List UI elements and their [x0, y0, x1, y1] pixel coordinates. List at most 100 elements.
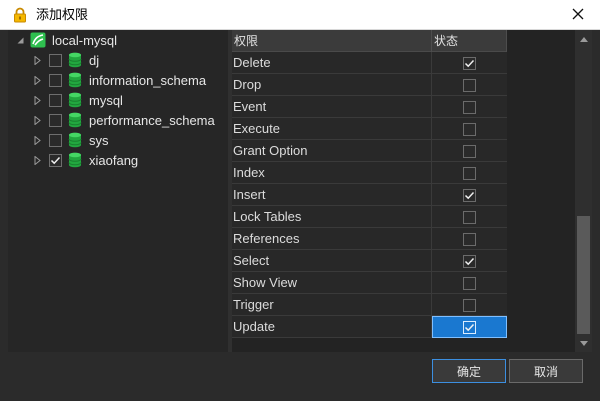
privilege-checkbox[interactable]	[463, 166, 476, 180]
window-title: 添加权限	[36, 7, 89, 22]
privilege-row[interactable]: Lock Tables	[232, 206, 507, 228]
database-label: sys	[89, 132, 109, 148]
scroll-down-arrow[interactable]	[575, 336, 592, 350]
privilege-checkbox[interactable]	[463, 78, 476, 92]
tree-item-sys[interactable]: sys	[32, 130, 109, 150]
database-icon	[68, 132, 82, 148]
privilege-checkbox[interactable]	[463, 100, 476, 114]
privilege-row[interactable]: Select	[232, 250, 507, 272]
privilege-status-cell[interactable]	[432, 272, 507, 294]
privilege-status-cell[interactable]	[432, 250, 507, 272]
tree-root-local-mysql[interactable]: local-mysql	[14, 30, 117, 50]
privilege-status-cell[interactable]	[432, 52, 507, 74]
vertical-scrollbar[interactable]	[575, 30, 592, 352]
expand-arrow-icon[interactable]	[32, 115, 42, 125]
cancel-button[interactable]: 取消	[509, 359, 583, 383]
privilege-grid[interactable]: 权限 状态 Delete Drop Event Execute Grant Option…	[232, 30, 575, 352]
database-checkbox[interactable]	[49, 93, 62, 107]
database-checkbox[interactable]	[49, 73, 62, 87]
tree-item-dj[interactable]: dj	[32, 50, 99, 70]
database-label: xiaofang	[89, 152, 139, 168]
dialog-body: local-mysql dj information_schemamysql perf…	[0, 30, 600, 401]
connection-icon	[30, 32, 46, 48]
privilege-row[interactable]: Execute	[232, 118, 507, 140]
privilege-row[interactable]: Index	[232, 162, 507, 184]
ok-button[interactable]: 确定	[432, 359, 506, 383]
privilege-checkbox[interactable]	[463, 298, 476, 312]
privilege-name: Show View	[232, 272, 432, 294]
expand-arrow-icon[interactable]	[32, 135, 42, 145]
privilege-row[interactable]: Grant Option	[232, 140, 507, 162]
database-icon	[68, 152, 82, 168]
privilege-row[interactable]: Drop	[232, 74, 507, 96]
database-checkbox[interactable]	[49, 133, 62, 147]
privilege-name: Update	[232, 316, 432, 338]
privilege-checkbox[interactable]	[463, 254, 476, 268]
database-icon	[68, 52, 82, 68]
privilege-row[interactable]: Delete	[232, 52, 507, 74]
privilege-name: References	[232, 228, 432, 250]
lock-icon	[12, 7, 28, 23]
privilege-checkbox[interactable]	[463, 210, 476, 224]
database-checkbox[interactable]	[49, 53, 62, 67]
database-icon	[68, 92, 82, 108]
privilege-checkbox[interactable]	[463, 232, 476, 246]
privilege-status-cell[interactable]	[432, 228, 507, 250]
privilege-status-cell[interactable]	[432, 96, 507, 118]
scroll-up-arrow[interactable]	[575, 32, 592, 46]
privilege-status-cell[interactable]	[432, 316, 507, 338]
privilege-name: Select	[232, 250, 432, 272]
privilege-name: Drop	[232, 74, 432, 96]
privilege-name: Event	[232, 96, 432, 118]
tree-item-mysql[interactable]: mysql	[32, 90, 123, 110]
database-checkbox[interactable]	[49, 113, 62, 127]
database-checkbox[interactable]	[49, 153, 62, 167]
privilege-status-cell[interactable]	[432, 140, 507, 162]
left-margin	[0, 30, 8, 352]
privilege-checkbox[interactable]	[463, 144, 476, 158]
privilege-checkbox[interactable]	[463, 276, 476, 290]
expand-arrow-icon[interactable]	[32, 55, 42, 65]
privilege-checkbox[interactable]	[463, 188, 476, 202]
grid-header: 权限 状态	[232, 30, 507, 52]
column-header-privilege[interactable]: 权限	[232, 30, 432, 52]
privilege-status-cell[interactable]	[432, 162, 507, 184]
close-button[interactable]	[564, 3, 592, 27]
title-bar: 添加权限	[0, 0, 600, 30]
database-tree[interactable]: local-mysql dj information_schemamysql perf…	[8, 30, 228, 352]
privilege-row[interactable]: Event	[232, 96, 507, 118]
database-icon	[68, 72, 82, 88]
expand-arrow-icon[interactable]	[32, 75, 42, 85]
privilege-status-cell[interactable]	[432, 118, 507, 140]
scroll-thumb[interactable]	[577, 216, 590, 334]
privilege-checkbox[interactable]	[463, 320, 476, 334]
expand-arrow-icon[interactable]	[32, 155, 42, 165]
expand-arrow-icon[interactable]	[32, 95, 42, 105]
tree-item-xiaofang[interactable]: xiaofang	[32, 150, 138, 170]
privilege-status-cell[interactable]	[432, 294, 507, 316]
database-icon	[68, 112, 82, 128]
privilege-status-cell[interactable]	[432, 206, 507, 228]
privilege-row[interactable]: Update	[232, 316, 507, 338]
privilege-row[interactable]: References	[232, 228, 507, 250]
privilege-checkbox[interactable]	[463, 56, 476, 70]
collapse-arrow-icon[interactable]	[14, 35, 24, 45]
column-header-status[interactable]: 状态	[432, 30, 507, 52]
privilege-name: Delete	[232, 52, 432, 74]
privilege-name: Trigger	[232, 294, 432, 316]
database-label: performance_schema	[89, 112, 215, 128]
privilege-name: Execute	[232, 118, 432, 140]
privilege-status-cell[interactable]	[432, 184, 507, 206]
dialog-footer: 确定 取消	[0, 352, 600, 401]
database-label: mysql	[89, 92, 123, 108]
privilege-status-cell[interactable]	[432, 74, 507, 96]
database-label: dj	[89, 52, 100, 68]
tree-item-performance_schema[interactable]: performance_schema	[32, 110, 215, 130]
privilege-row[interactable]: Trigger	[232, 294, 507, 316]
privilege-checkbox[interactable]	[463, 122, 476, 136]
privilege-row[interactable]: Insert	[232, 184, 507, 206]
privilege-row[interactable]: Show View	[232, 272, 507, 294]
privilege-name: Insert	[232, 184, 432, 206]
database-label: information_schema	[89, 72, 207, 88]
tree-item-information_schema[interactable]: information_schema	[32, 70, 206, 90]
